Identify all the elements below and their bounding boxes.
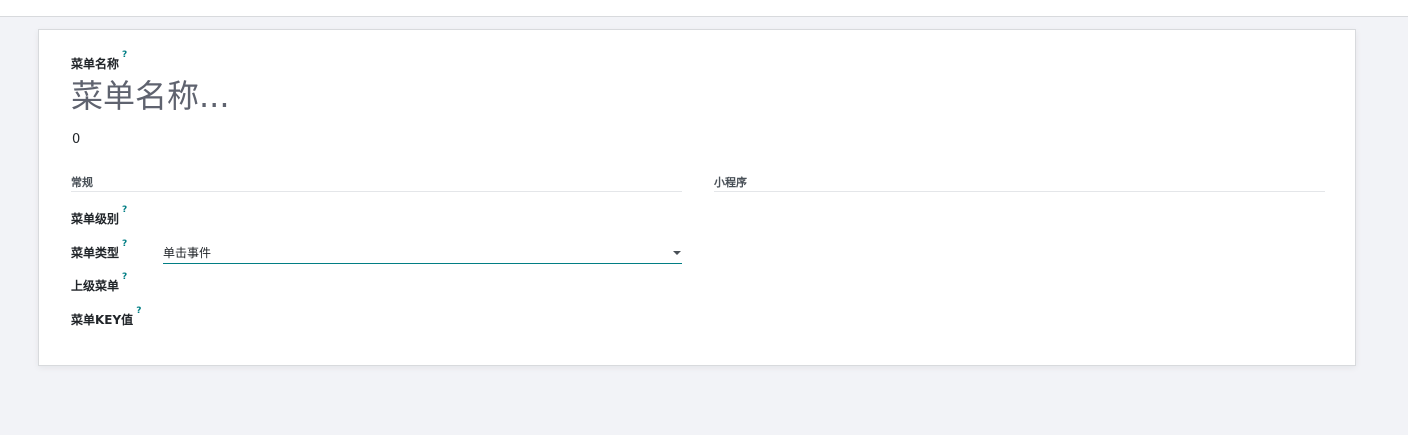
help-tooltip-icon[interactable]: ? (122, 272, 127, 282)
menu-type-select[interactable]: 单击事件 (163, 242, 682, 264)
menu-level-label: 菜单级别? (71, 205, 127, 227)
menu-type-label: 菜单类型? (71, 239, 127, 261)
help-tooltip-icon[interactable]: ? (122, 239, 127, 249)
parent-menu-label-text: 上级菜单 (71, 279, 120, 293)
menu-name-label-text: 菜单名称 (71, 57, 120, 71)
caret-down-icon (673, 251, 681, 255)
menu-level-label-text: 菜单级别 (71, 212, 120, 226)
menu-type-selected-value: 单击事件 (163, 246, 212, 260)
form-sheet: 菜单名称? 菜单名称... 0 常规 小程序 菜单级别? 菜单类型? 单击事件 … (38, 29, 1356, 366)
group-mini-program-header: 小程序 (714, 177, 1325, 192)
sequence-value: 0 (72, 132, 81, 147)
menu-key-label-text: 菜单KEY值 (71, 313, 134, 327)
help-tooltip-icon[interactable]: ? (136, 306, 141, 316)
menu-type-label-text: 菜单类型 (71, 246, 120, 260)
help-tooltip-icon[interactable]: ? (122, 50, 127, 60)
parent-menu-label: 上级菜单? (71, 272, 127, 294)
help-tooltip-icon[interactable]: ? (122, 205, 127, 215)
group-general-header: 常规 (71, 177, 682, 192)
menu-name-input[interactable]: 菜单名称... (71, 72, 671, 120)
top-bar (0, 0, 1408, 17)
menu-name-label: 菜单名称? (71, 50, 127, 72)
menu-key-label: 菜单KEY值? (71, 306, 141, 328)
